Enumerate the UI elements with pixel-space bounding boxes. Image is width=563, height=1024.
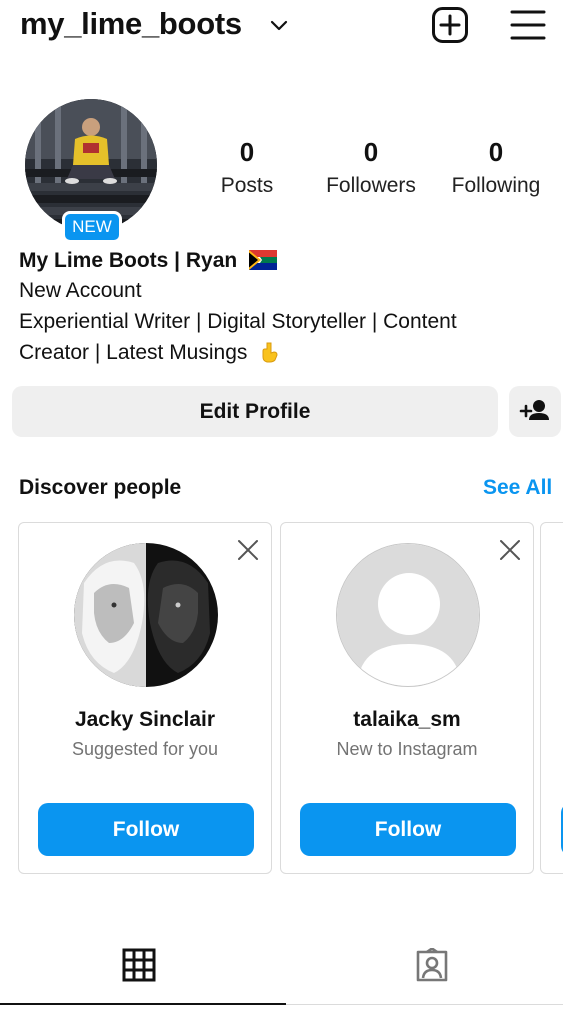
suggestion-reason: New to Instagram [336,739,478,759]
tagged-icon [416,948,448,982]
suggestion-avatar[interactable] [336,543,480,687]
close-icon[interactable] [236,538,260,562]
new-post-icon[interactable] [431,6,469,44]
tagged-posts-tab[interactable] [286,940,563,1004]
bio-line-2: Experiential Writer | Digital Storytelle… [19,310,457,333]
grid-icon [122,948,156,982]
following-stat[interactable]: 0 Following [444,137,548,198]
lion-portrait-image [74,543,218,687]
chevron-down-icon[interactable] [268,14,290,36]
discover-people-button[interactable] [509,386,561,437]
suggestion-card: Jacky Sinclair Suggested for you Follow [18,522,272,874]
suggestion-name[interactable]: Jacky Sinclair [19,708,271,732]
posts-count: 0 [239,137,255,167]
display-name-text: My Lime Boots | Ryan [19,249,238,272]
bio-line-3-text: Creator | Latest Musings [19,341,248,364]
add-person-icon [519,400,549,420]
suggestion-name[interactable]: talaika_sm [281,708,533,732]
followers-count: 0 [363,137,379,167]
tab-divider [286,1004,563,1005]
suggestion-reason: Suggested for you [71,739,219,759]
posts-grid-tab[interactable] [0,940,286,1004]
default-avatar-icon [337,544,479,686]
pointing-down-emoji-icon [262,342,278,363]
close-icon[interactable] [498,538,522,562]
edit-profile-button[interactable]: Edit Profile [12,386,498,437]
menu-icon[interactable] [510,8,546,42]
following-count: 0 [488,137,504,167]
display-name: My Lime Boots | Ryan [19,249,278,273]
bio-line-1: New Account [19,279,142,302]
suggestion-card-partial[interactable] [540,522,563,874]
bio-line-3: Creator | Latest Musings [19,337,281,368]
follow-button[interactable]: Follow [38,803,254,856]
followers-label: Followers [326,174,416,197]
followers-stat[interactable]: 0 Followers [318,137,424,198]
suggestion-card: talaika_sm New to Instagram Follow [280,522,534,874]
see-all-link[interactable]: See All [483,476,552,500]
posts-label: Posts [220,174,274,197]
top-bar: my_lime_boots [0,0,563,56]
follow-button[interactable]: Follow [300,803,516,856]
discover-people-title: Discover people [19,476,182,499]
active-tab-indicator [0,1003,286,1005]
suggestion-avatar[interactable] [74,543,218,687]
following-label: Following [451,174,541,197]
south-africa-flag-icon [249,250,278,270]
posts-stat[interactable]: 0 Posts [212,137,282,198]
account-username[interactable]: my_lime_boots [20,6,242,42]
new-account-badge: NEW [62,211,122,243]
